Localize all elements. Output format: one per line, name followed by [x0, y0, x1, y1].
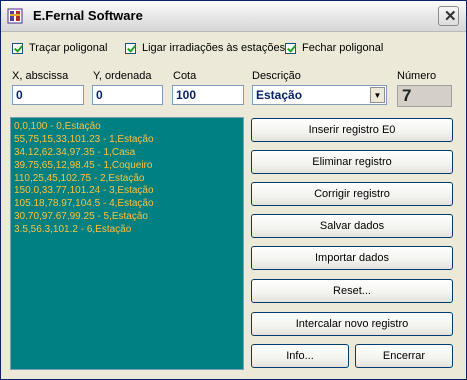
list-item[interactable]: 110,25,45,102.75 - 2,Estação [14, 173, 240, 186]
fechar-poligonal-checkbox[interactable]: Fechar poligonal [285, 41, 383, 55]
y-label: Y, ordenada [93, 70, 152, 82]
list-item[interactable]: 105.18,78.97,104.5 - 4,Estação [14, 198, 240, 211]
intercalar-registro-button[interactable]: Intercalar novo registro [251, 312, 453, 336]
cota-label: Cota [173, 70, 197, 82]
tracar-poligonal-checkbox[interactable]: Traçar poligonal [12, 41, 107, 55]
importar-dados-button[interactable]: Importar dados [251, 246, 453, 270]
title-bar[interactable]: E.Fernal Software ✕ [1, 1, 466, 32]
main-window: E.Fernal Software ✕ Traçar poligonal Lig… [0, 0, 467, 380]
corrigir-registro-button[interactable]: Corrigir registro [251, 182, 453, 206]
checkbox-checked-icon [285, 42, 296, 54]
cota-input[interactable]: 100 [172, 85, 244, 105]
descricao-label: Descrição [252, 70, 301, 82]
inserir-registro-button[interactable]: Inserir registro E0 [251, 118, 453, 142]
ligar-irradiacoes-checkbox[interactable]: Ligar irradiações às estações [125, 41, 285, 55]
list-item[interactable]: 34.12,62.34,97.35 - 1,Casa [14, 147, 240, 160]
numero-value: 7 [402, 86, 412, 105]
list-item[interactable]: 30.70,97.67,99.25 - 5,Estação [14, 211, 240, 224]
window-title: E.Fernal Software [33, 8, 143, 23]
list-item[interactable]: 55,75,15,33,101.23 - 1,Estação [14, 134, 240, 147]
chevron-down-icon[interactable]: ▼ [370, 87, 385, 103]
list-item[interactable]: 150.0,33.77,101.24 - 3,Estação [14, 185, 240, 198]
eliminar-registro-button[interactable]: Eliminar registro [251, 150, 453, 174]
descricao-value: Estação [256, 88, 303, 102]
salvar-dados-button[interactable]: Salvar dados [251, 214, 453, 238]
app-icon [7, 8, 23, 24]
info-button[interactable]: Info... [251, 344, 349, 368]
reset-button[interactable]: Reset... [251, 279, 453, 303]
y-ordenada-input[interactable]: 0 [92, 85, 163, 105]
list-item[interactable]: 0,0,100 - 0,Estação [14, 121, 240, 134]
list-item[interactable]: 3.5,56.3,101.2 - 6,Estação [14, 224, 240, 237]
checkbox-checked-icon [125, 42, 136, 54]
numero-display: 7 [397, 85, 452, 107]
x-abscissa-input[interactable]: 0 [12, 85, 84, 105]
numero-label: Número [397, 70, 437, 82]
ligar-irradiacoes-label: Ligar irradiações às estações [142, 42, 286, 54]
records-list[interactable]: 0,0,100 - 0,Estação 55,75,15,33,101.23 -… [10, 117, 244, 370]
descricao-select[interactable]: Estação ▼ [252, 85, 387, 105]
close-button[interactable]: ✕ [438, 6, 459, 26]
fechar-poligonal-label: Fechar poligonal [302, 42, 384, 54]
tracar-poligonal-label: Traçar poligonal [29, 42, 108, 54]
encerrar-button[interactable]: Encerrar [355, 344, 453, 368]
x-label: X, abscissa [12, 70, 69, 82]
close-icon: ✕ [444, 8, 457, 25]
checkbox-checked-icon [12, 42, 23, 54]
list-item[interactable]: 39.75,65,12,98.45 - 1,Coqueiro [14, 160, 240, 173]
